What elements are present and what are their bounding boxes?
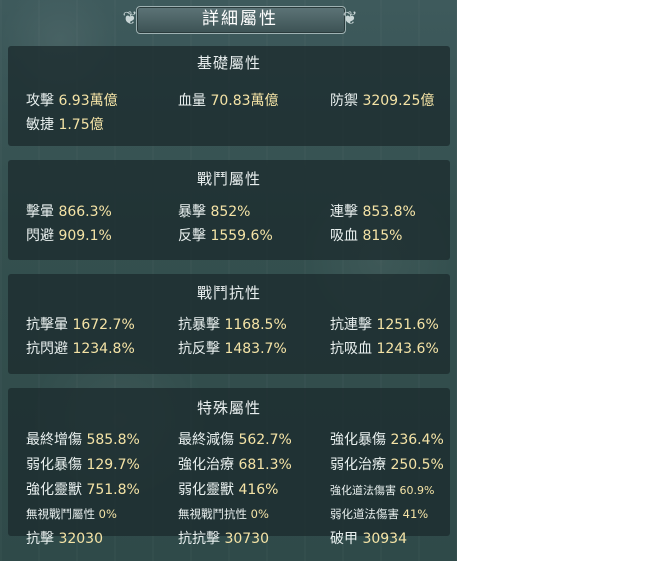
stat-lifesteal: 吸血 815% [330,228,403,244]
stat-final-damage-boost: 最終增傷 585.8% [26,432,140,448]
stat-spirit-beast-boost: 強化靈獸 751.8% [26,482,140,498]
stat-anti-combo: 抗連擊 1251.6% [330,317,439,333]
stat-anti-counter: 抗反擊 1483.7% [178,341,287,357]
stat-ignore-combat-resistances: 無視戰鬥抗性 0% [178,507,269,521]
stat-crit-damage-weaken: 弱化暴傷 129.7% [26,457,140,473]
title-banner: ❦ 詳細屬性 ❦ [118,4,362,34]
section-title: 特殊屬性 [196,399,261,417]
stat-crit-damage-boost: 強化暴傷 236.4% [330,432,444,448]
stat-combo: 連擊 853.8% [330,204,416,220]
stat-hp: 血量 70.83萬億 [178,93,279,109]
section-special-attributes: 特殊屬性 最終增傷 585.8% 最終減傷 562.7% 強化暴傷 236.4%… [8,388,450,547]
stat-resist: 抗擊 32030 [26,531,103,547]
stat-attack: 攻擊 6.93萬億 [26,93,118,109]
stat-armor-break: 破甲 30934 [330,531,407,547]
section-basic-attributes: 基礎屬性 攻擊 6.93萬億 血量 70.83萬億 防禦 3209.25億 敏捷… [8,46,450,146]
panel-title: 詳細屬性 [202,9,278,29]
stat-anti-dodge: 抗閃避 1234.8% [26,341,135,357]
stat-agility: 敏捷 1.75億 [26,117,104,133]
stat-anti-crit: 抗暴擊 1168.5% [178,317,287,333]
section-title: 基礎屬性 [196,54,261,72]
stat-dodge: 閃避 909.1% [26,228,112,244]
stat-stun: 擊暈 866.3% [26,204,112,220]
section-combat-attributes: 戰鬥屬性 擊暈 866.3% 暴擊 852% 連擊 853.8% 閃避 909.… [8,160,450,260]
stat-anti-lifesteal: 抗吸血 1243.6% [330,341,439,357]
stat-ignore-combat-attributes: 無視戰鬥屬性 0% [26,507,117,521]
stat-healing-boost: 強化治療 681.3% [178,457,292,473]
stat-healing-weaken: 弱化治療 250.5% [330,457,444,473]
stat-counter: 反擊 1559.6% [178,228,273,244]
stat-dao-damage-weaken: 弱化道法傷害 41% [330,507,429,521]
section-title: 戰鬥抗性 [196,284,261,302]
stat-anti-stun: 抗擊暈 1672.7% [26,317,135,333]
cloud-ornament-icon: ❦ [342,8,358,29]
stat-spirit-beast-weaken: 弱化靈獸 416% [178,482,279,498]
stat-final-damage-reduction: 最終減傷 562.7% [178,432,292,448]
section-combat-resistances: 戰鬥抗性 抗擊暈 1672.7% 抗暴擊 1168.5% 抗連擊 1251.6%… [8,274,450,374]
stat-crit: 暴擊 852% [178,204,251,220]
stat-defense: 防禦 3209.25億 [330,93,435,109]
detail-attributes-panel: ❦ 詳細屬性 ❦ 基礎屬性 攻擊 6.93萬億 血量 70.83萬億 防禦 32… [0,0,457,561]
stat-anti-resist: 抗抗擊 30730 [178,531,269,547]
section-title: 戰鬥屬性 [196,170,261,188]
stat-dao-damage-boost: 強化道法傷害 60.9% [330,484,435,497]
